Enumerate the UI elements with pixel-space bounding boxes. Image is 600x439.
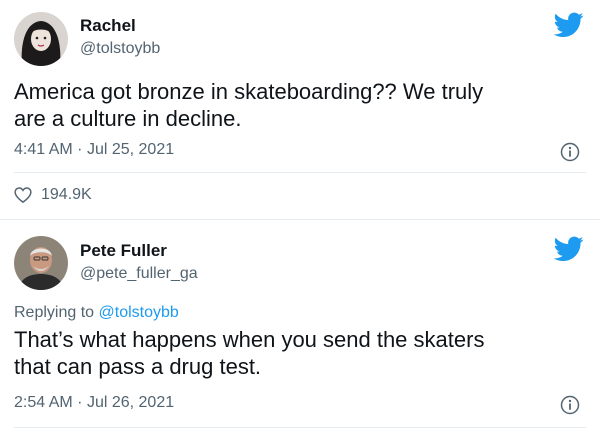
heart-icon (14, 187, 32, 203)
tweet-pete-fuller: Pete Fuller @pete_fuller_ga Replying to … (0, 220, 600, 439)
tweet-text: America got bronze in skateboarding?? We… (14, 78, 584, 132)
tweet-date: Jul 26, 2021 (86, 394, 175, 411)
twitter-bird-icon[interactable] (554, 236, 584, 262)
tweet-text-line: are a culture in decline. (14, 106, 242, 131)
info-icon[interactable] (560, 142, 580, 162)
like-button[interactable]: 194.9K (14, 186, 92, 204)
author-name[interactable]: Pete Fuller (80, 241, 167, 261)
tweet-timestamp[interactable]: 4:41 AM · Jul 25, 2021 (14, 141, 174, 159)
meta-separator: · (77, 394, 83, 411)
avatar-image (14, 236, 68, 290)
author-handle[interactable]: @tolstoybb (80, 40, 160, 58)
meta-separator: · (77, 141, 83, 158)
author-handle[interactable]: @pete_fuller_ga (80, 265, 198, 283)
avatar-image (14, 12, 68, 66)
replying-to-handle[interactable]: @tolstoybb (99, 304, 179, 321)
tweet-date: Jul 25, 2021 (86, 141, 175, 158)
tweet-time: 2:54 AM (14, 394, 73, 411)
avatar[interactable] (14, 236, 68, 290)
like-count: 194.9K (41, 186, 92, 203)
tweet-rachel: Rachel @tolstoybb America got bronze in … (0, 0, 600, 220)
tweet-time: 4:41 AM (14, 141, 73, 158)
replying-to: Replying to @tolstoybb (14, 304, 179, 322)
tweet-text-line: America got bronze in skateboarding?? We… (14, 79, 484, 104)
tweet-text-line: That’s what happens when you send the sk… (14, 327, 485, 352)
tweet-text-line: that can pass a drug test. (14, 354, 262, 379)
info-icon[interactable] (560, 395, 580, 415)
twitter-bird-icon[interactable] (554, 12, 584, 38)
author-name[interactable]: Rachel (80, 16, 136, 36)
avatar[interactable] (14, 12, 68, 66)
replying-to-prefix: Replying to (14, 304, 95, 321)
tweet-text: That’s what happens when you send the sk… (14, 326, 584, 380)
divider (14, 172, 586, 173)
tweet-timestamp[interactable]: 2:54 AM · Jul 26, 2021 (14, 394, 174, 412)
divider (14, 427, 586, 428)
